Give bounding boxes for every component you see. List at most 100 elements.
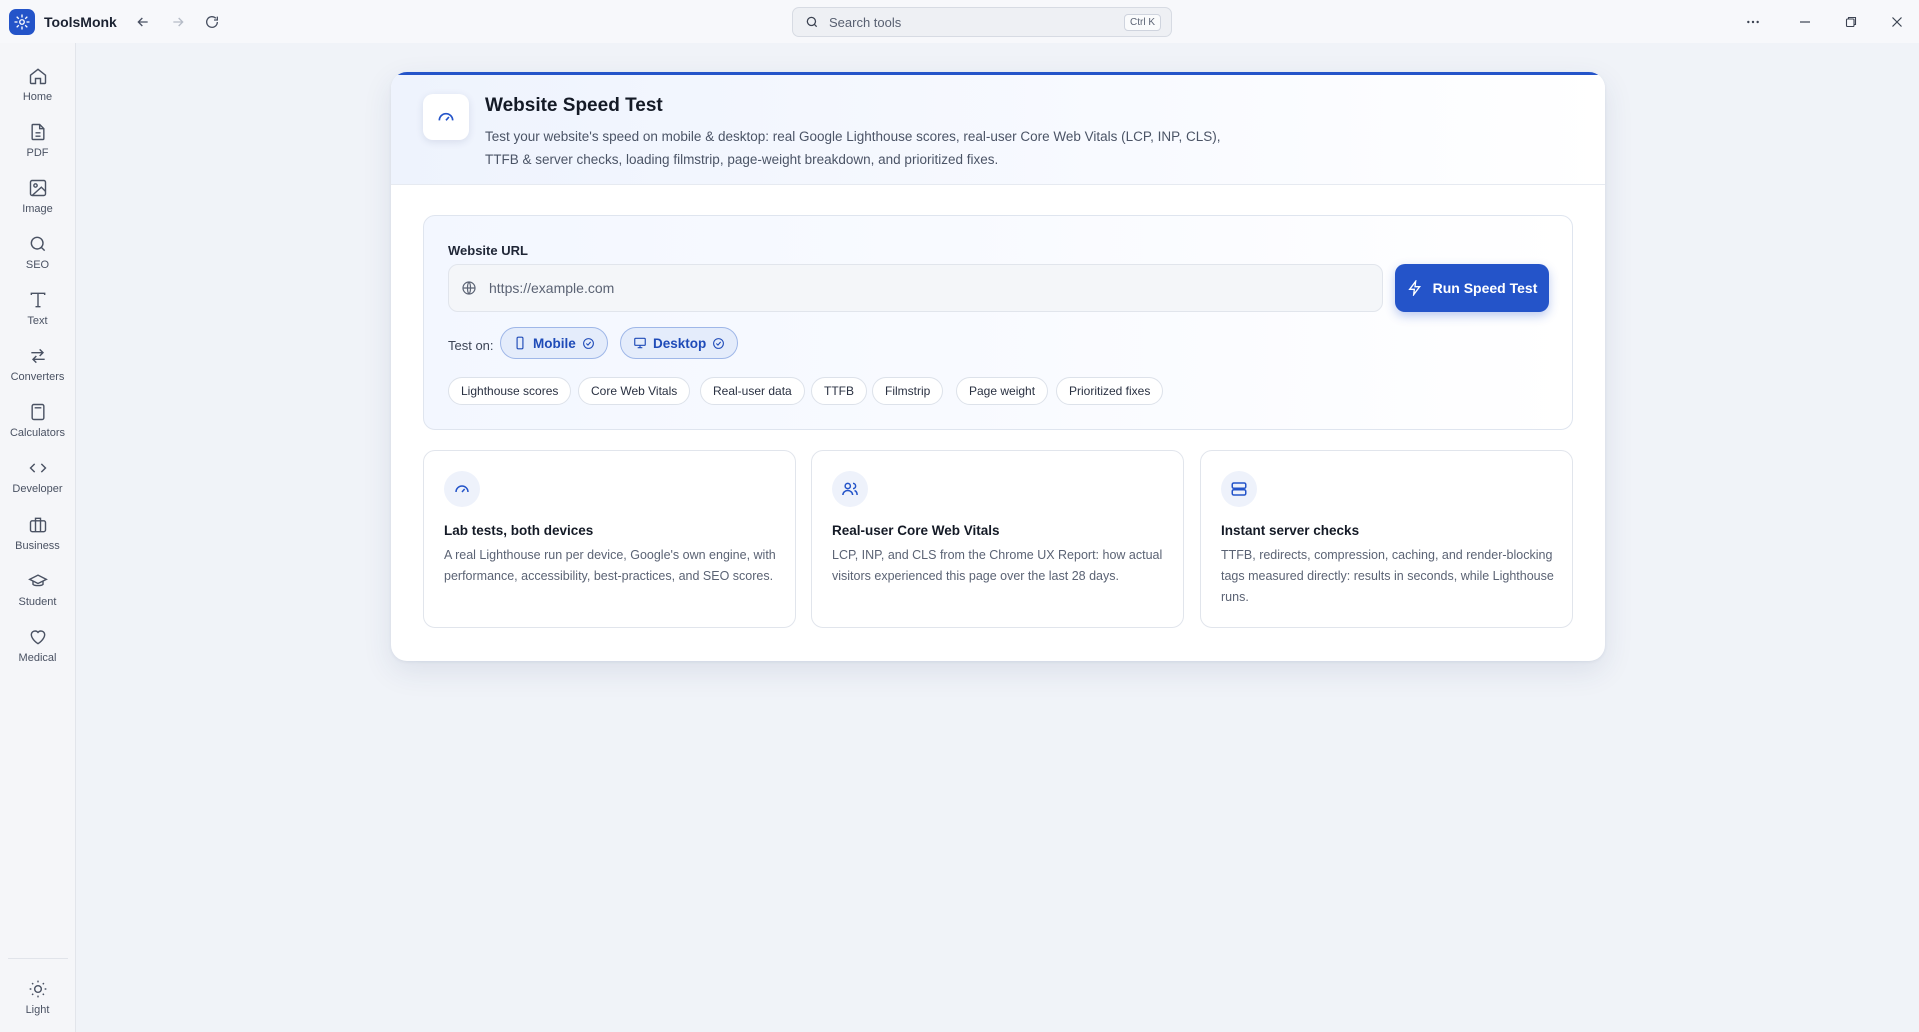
sidebar-item-medical[interactable]: Medical bbox=[0, 623, 75, 673]
more-dots-icon bbox=[1747, 20, 1759, 24]
sidebar-item-label: PDF bbox=[26, 147, 49, 159]
feature-icon bbox=[1221, 471, 1257, 507]
device-label: Desktop bbox=[653, 335, 707, 351]
run-speed-test-button[interactable]: Run Speed Test bbox=[1395, 264, 1549, 312]
sidebar-item-seo[interactable]: SEO bbox=[0, 230, 75, 280]
sidebar-item-developer[interactable]: Developer bbox=[0, 454, 75, 504]
close-icon bbox=[1892, 17, 1902, 27]
title-bar: ToolsMonk Search tools Ctrl K bbox=[0, 0, 1919, 43]
sidebar-item-label: Medical bbox=[18, 652, 57, 664]
feature-description: TTFB, redirects, compression, caching, a… bbox=[1221, 548, 1554, 604]
arrow-right-icon bbox=[173, 17, 184, 27]
search-icon bbox=[30, 236, 45, 252]
sidebar-item-label: Student bbox=[18, 596, 57, 608]
arrows-icon bbox=[30, 348, 45, 364]
app-logo bbox=[9, 9, 35, 35]
reload-button[interactable] bbox=[201, 11, 223, 33]
sidebar-item-pdf[interactable]: PDF bbox=[0, 118, 75, 168]
device-toggle-desktop[interactable]: Desktop bbox=[620, 327, 739, 359]
tool-icon bbox=[423, 94, 469, 140]
feature-card-core-web-vitals: Real-user Core Web Vitals LCP, INP, and … bbox=[811, 450, 1184, 628]
heart-icon bbox=[30, 630, 45, 645]
feature-chip: TTFB bbox=[811, 377, 867, 405]
tool-header: Website Speed Test Test your website's s… bbox=[391, 75, 1605, 185]
arrow-left-icon bbox=[137, 17, 148, 27]
sidebar: Home PDF Image SEO Text Converters Calcu… bbox=[0, 43, 76, 1032]
page-description: Test your website's speed on mobile & de… bbox=[485, 129, 1221, 167]
minimize-button[interactable] bbox=[1794, 11, 1816, 33]
url-field[interactable] bbox=[448, 264, 1383, 312]
sidebar-item-label: Developer bbox=[12, 483, 63, 495]
sidebar-item-calculators[interactable]: Calculators bbox=[0, 398, 75, 448]
gauge-icon bbox=[438, 112, 454, 121]
feature-icon bbox=[832, 471, 868, 507]
page-title: Website Speed Test bbox=[485, 95, 663, 116]
close-button[interactable] bbox=[1886, 11, 1908, 33]
sidebar-item-label: Calculators bbox=[9, 427, 66, 439]
text-icon bbox=[30, 292, 45, 308]
sidebar-item-label: Home bbox=[22, 91, 53, 103]
feature-description: LCP, INP, and CLS from the Chrome UX Rep… bbox=[832, 548, 1163, 583]
feature-chip: Page weight bbox=[956, 377, 1049, 405]
speed-test-form: Website URL Run Speed Test Test on: Mobi… bbox=[423, 215, 1573, 430]
feature-title: Real-user Core Web Vitals bbox=[832, 523, 1000, 538]
sidebar-item-label: Image bbox=[22, 203, 53, 215]
sidebar-item-label: Converters bbox=[10, 371, 65, 383]
sun-icon bbox=[29, 980, 46, 998]
lightning-icon bbox=[1407, 280, 1421, 296]
briefcase-icon bbox=[29, 517, 46, 533]
app-name: ToolsMonk bbox=[44, 14, 117, 30]
search-placeholder: Search tools bbox=[829, 14, 902, 30]
sidebar-divider bbox=[8, 958, 68, 959]
feature-chip: Lighthouse scores bbox=[448, 377, 572, 405]
theme-toggle[interactable]: Light bbox=[0, 975, 75, 1025]
code-icon bbox=[28, 463, 47, 473]
search-icon bbox=[806, 16, 818, 28]
check-circle-icon bbox=[713, 337, 725, 349]
feature-chip: Filmstrip bbox=[872, 377, 944, 405]
users-icon bbox=[842, 482, 858, 496]
feature-chip: Real-user data bbox=[700, 377, 805, 405]
url-input[interactable] bbox=[489, 280, 1369, 296]
graduation-cap-icon bbox=[27, 574, 48, 587]
sidebar-item-student[interactable]: Student bbox=[0, 567, 75, 617]
device-label: Mobile bbox=[533, 335, 576, 351]
run-button-label: Run Speed Test bbox=[1432, 280, 1538, 296]
feature-chip: Core Web Vitals bbox=[578, 377, 691, 405]
minimize-icon bbox=[1800, 21, 1810, 23]
theme-toggle-label: Light bbox=[25, 1004, 50, 1016]
restore-icon bbox=[1845, 16, 1857, 28]
server-icon bbox=[1231, 482, 1247, 496]
feature-card-lab-tests: Lab tests, both devices A real Lighthous… bbox=[423, 450, 796, 628]
sidebar-item-label: Business bbox=[15, 540, 60, 552]
globe-icon bbox=[462, 281, 476, 295]
url-label: Website URL bbox=[448, 243, 528, 258]
feature-description: A real Lighthouse run per device, Google… bbox=[444, 548, 776, 583]
restore-button[interactable] bbox=[1840, 11, 1862, 33]
gauge-icon bbox=[455, 485, 469, 493]
more-button[interactable] bbox=[1742, 11, 1764, 33]
sidebar-item-image[interactable]: Image bbox=[0, 174, 75, 224]
forward-button[interactable] bbox=[167, 11, 189, 33]
tool-card: Website Speed Test Test your website's s… bbox=[391, 72, 1605, 661]
sidebar-item-label: Text bbox=[27, 315, 48, 327]
feature-chip: Prioritized fixes bbox=[1056, 377, 1164, 405]
file-icon bbox=[30, 123, 45, 141]
search-bar[interactable]: Search tools Ctrl K bbox=[792, 7, 1172, 37]
sidebar-item-label: SEO bbox=[25, 259, 50, 271]
calculator-icon bbox=[30, 403, 45, 421]
sidebar-item-converters[interactable]: Converters bbox=[0, 342, 75, 392]
sidebar-item-business[interactable]: Business bbox=[0, 511, 75, 561]
smartphone-icon bbox=[516, 336, 524, 350]
monitor-icon bbox=[634, 337, 646, 349]
feature-card-server-checks: Instant server checks TTFB, redirects, c… bbox=[1200, 450, 1573, 628]
device-toggle-mobile[interactable]: Mobile bbox=[500, 327, 608, 359]
search-shortcut: Ctrl K bbox=[1124, 14, 1161, 31]
feature-icon bbox=[444, 471, 480, 507]
home-icon bbox=[29, 68, 46, 85]
test-on-label: Test on: bbox=[448, 338, 494, 353]
sidebar-item-text[interactable]: Text bbox=[0, 286, 75, 336]
snowflake-icon bbox=[14, 14, 30, 30]
sidebar-item-home[interactable]: Home bbox=[0, 62, 75, 112]
back-button[interactable] bbox=[132, 11, 154, 33]
